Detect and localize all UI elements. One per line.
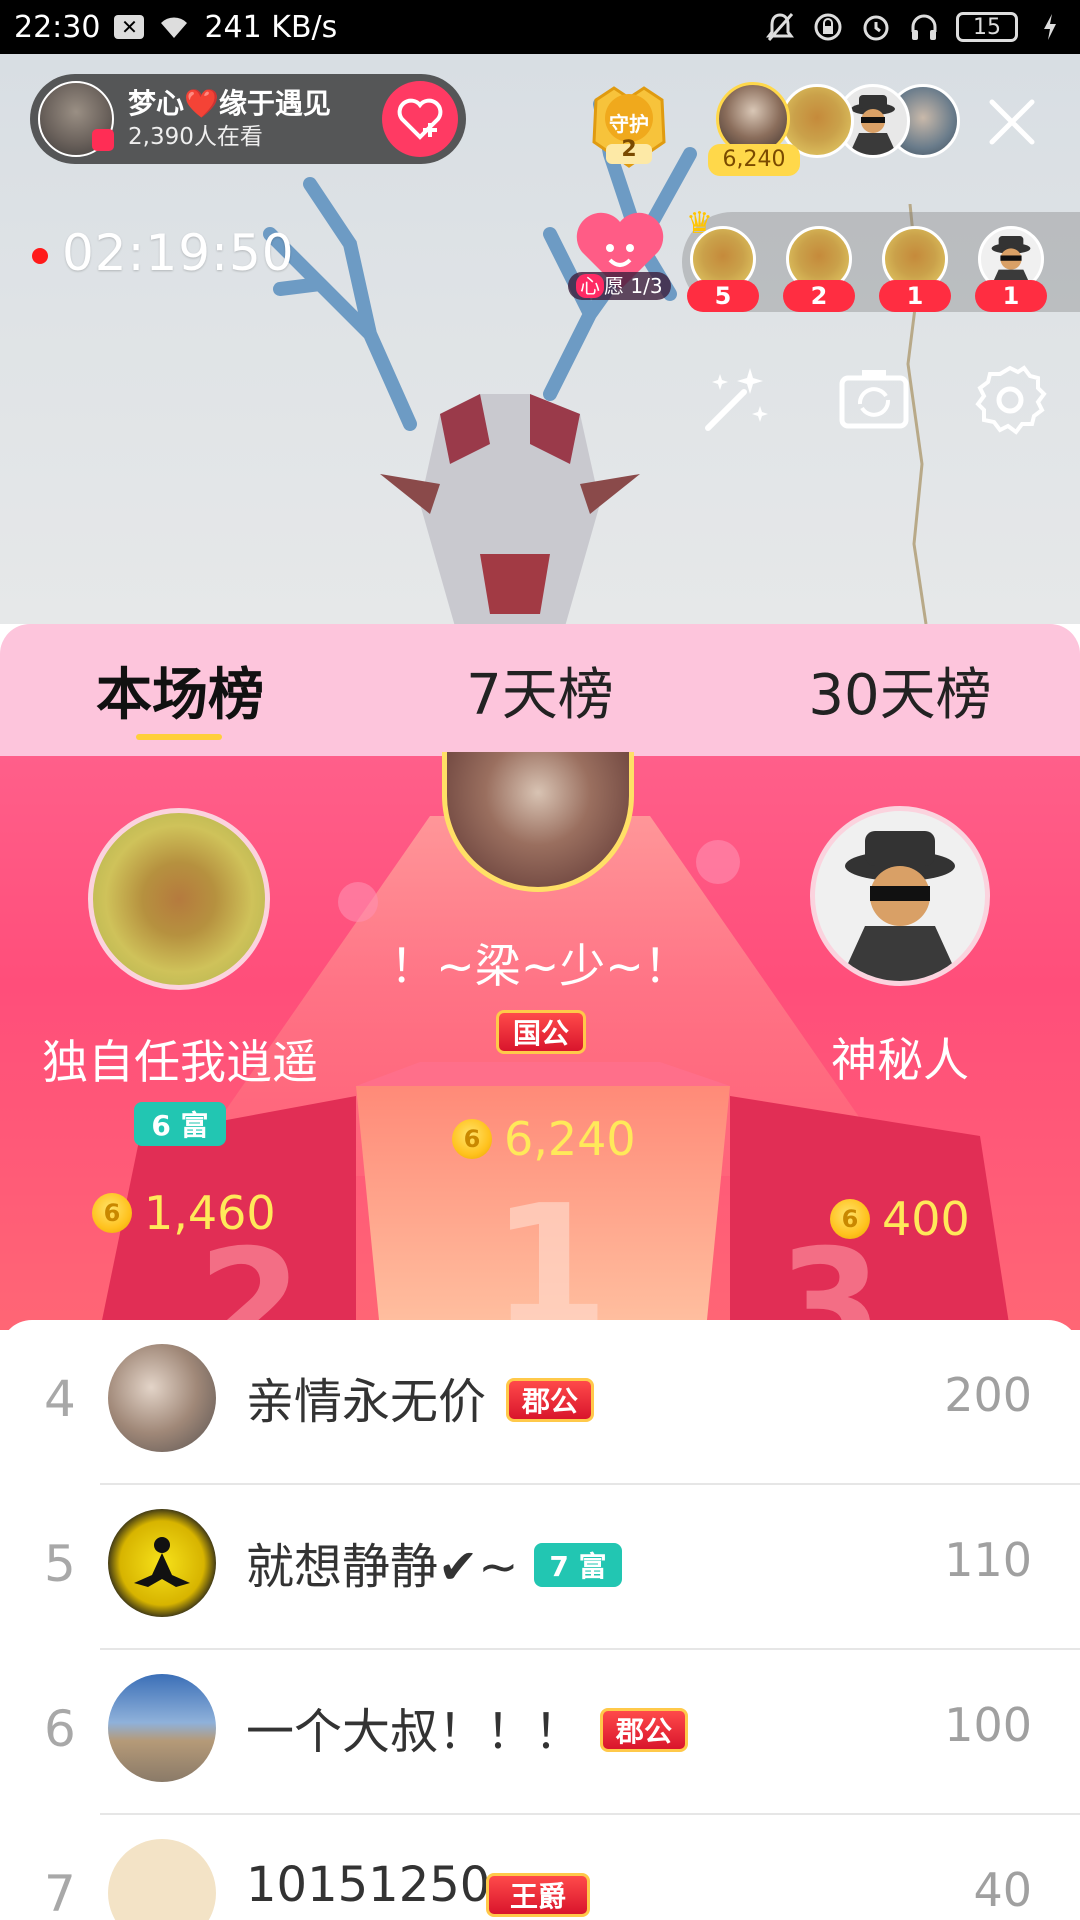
wifi-icon: [158, 11, 190, 43]
coin-icon: 6: [830, 1199, 870, 1239]
avatar[interactable]: [108, 1839, 216, 1920]
hat-man-icon: [840, 831, 960, 981]
flip-camera-icon[interactable]: [836, 362, 912, 438]
follow-button[interactable]: [382, 81, 458, 157]
rank-badge: 7 富: [534, 1543, 622, 1587]
list-score: 100: [944, 1698, 1032, 1752]
viewer-count: 2,390人在看: [128, 124, 263, 150]
rank-1-badge: 国公: [496, 1010, 586, 1054]
tab-7-days[interactable]: 7天榜: [430, 624, 650, 756]
avatar[interactable]: [108, 1509, 216, 1617]
rank-2-avatar[interactable]: [88, 808, 270, 990]
close-icon: [989, 99, 1035, 145]
network-speed: 241 KB/s: [204, 9, 338, 45]
list-name: 就想静静✔~: [246, 1539, 519, 1595]
heart-plus-icon: [397, 98, 443, 140]
rank-2-name: 独自任我逍遥: [42, 1035, 318, 1089]
rank-2-score-value: 1,460: [144, 1186, 276, 1240]
list-name: 一个大叔！！！: [246, 1704, 583, 1760]
rank-2-score: 6 1,460: [92, 1186, 276, 1240]
wish-prefix: 心: [576, 274, 604, 298]
headphones-icon: [908, 11, 940, 43]
close-button[interactable]: [986, 96, 1038, 148]
list-rank: 6: [44, 1700, 76, 1758]
list-rank: 7: [44, 1865, 76, 1920]
deer-head-sculpture: [380, 394, 640, 624]
tab-30-days[interactable]: 30天榜: [790, 624, 1010, 756]
guard-count: 2: [621, 137, 637, 162]
host-name: 梦心❤️缘于遇见: [128, 87, 331, 120]
list-score: 40: [973, 1863, 1032, 1917]
gift-count-1: 5: [687, 280, 759, 312]
settings-gear-icon[interactable]: [972, 362, 1048, 438]
rank-3-avatar[interactable]: [810, 806, 990, 986]
rank-2-badge: 6 富: [134, 1102, 226, 1146]
host-info-pill[interactable]: 梦心❤️缘于遇见 2,390人在看: [30, 74, 466, 164]
rank-1-score-value: 6,240: [504, 1112, 636, 1166]
guard-badge[interactable]: 守护 2: [584, 82, 674, 170]
charging-icon: [1034, 11, 1066, 43]
meditation-silhouette-icon: [134, 1537, 190, 1587]
list-item[interactable]: 6 一个大叔！！！ 郡公 100: [0, 1650, 1080, 1815]
gift-count-4: 1: [975, 280, 1047, 312]
list-name: 10151250: [246, 1857, 491, 1913]
rank-badge: 郡公: [600, 1708, 688, 1752]
guard-label: 守护: [609, 112, 649, 136]
rank-3-score-value: 400: [882, 1192, 970, 1246]
rank-badge: 王爵: [486, 1873, 590, 1917]
lock-rotation-icon: [812, 11, 844, 43]
list-item[interactable]: 7 10151250 王爵 40: [0, 1815, 1080, 1920]
rank-badge: 郡公: [506, 1378, 594, 1422]
live-room-screen: 22:30 ✕ 241 KB/s 15 梦心❤️缘于遇见 2,390人在看 守护…: [0, 0, 1080, 1920]
coin-icon: 6: [92, 1193, 132, 1233]
avatar[interactable]: [108, 1344, 216, 1452]
top-viewer-score: 6,240: [708, 144, 800, 176]
list-name: 亲情永无价: [246, 1374, 487, 1430]
gift-count-2: 2: [783, 280, 855, 312]
gift-count-3: 1: [879, 280, 951, 312]
mute-bell-icon: [764, 11, 796, 43]
avatar[interactable]: [108, 1674, 216, 1782]
alarm-icon: [860, 11, 892, 43]
ranking-list: 4 亲情永无价 郡公 200 5 就想静静✔~ 7 富 110 6 一个大叔！！…: [0, 1320, 1080, 1920]
host-avatar[interactable]: [38, 81, 114, 157]
list-score: 110: [944, 1533, 1032, 1587]
battery-indicator: 15: [956, 12, 1018, 42]
list-rank: 5: [44, 1535, 76, 1593]
rank-1-name: ！~梁~少~！: [390, 939, 690, 993]
podium-number-1: 1: [491, 1169, 609, 1330]
live-duration: 02:19:50: [62, 224, 295, 282]
active-tab-underline: [136, 734, 222, 740]
status-bar: 22:30 ✕ 241 KB/s 15: [0, 0, 1080, 54]
list-score: 200: [944, 1368, 1032, 1422]
magic-wand-icon[interactable]: [698, 362, 774, 438]
notification-x-icon: ✕: [114, 15, 145, 39]
wish-text: 愿 1/3: [604, 274, 663, 298]
rank-3-name: 神秘人: [831, 1033, 969, 1087]
list-item[interactable]: 5 就想静静✔~ 7 富 110: [0, 1485, 1080, 1650]
list-rank: 4: [44, 1370, 76, 1428]
live-badge-icon: [92, 129, 114, 151]
coin-icon: 6: [452, 1119, 492, 1159]
recording-dot-icon: [32, 248, 48, 264]
clock: 22:30: [14, 9, 101, 45]
wish-progress[interactable]: 心愿 1/3: [568, 272, 671, 300]
list-item[interactable]: 4 亲情永无价 郡公 200: [0, 1320, 1080, 1485]
rank-1-score: 6 6,240: [452, 1112, 636, 1166]
rank-3-score: 6 400: [830, 1192, 970, 1246]
